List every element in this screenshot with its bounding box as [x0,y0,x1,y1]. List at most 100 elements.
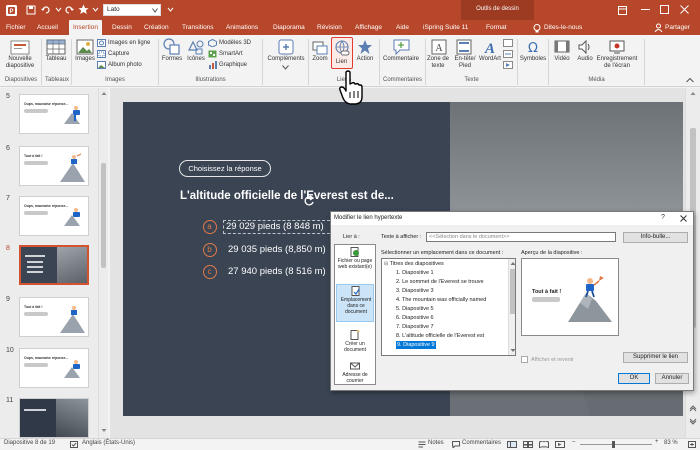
option-a-circle[interactable]: a [203,220,217,234]
icons-label[interactable]: Icônes [184,56,208,63]
new-slide-button[interactable] [9,39,31,55]
save-icon[interactable] [26,5,36,15]
shapes-icon[interactable] [163,38,181,55]
dialog-close-icon[interactable] [680,215,687,222]
share-button[interactable]: Partager [665,20,690,35]
undo-dropdown-icon[interactable] [55,7,62,13]
tree-item-slide-4[interactable]: 4. The mountain was officially named [396,296,486,304]
existing-file-option[interactable]: Fichier ou page web existant(e) [335,247,375,283]
table-icon[interactable] [46,39,66,55]
header-footer-label[interactable]: En-tête/ Pied [452,56,478,70]
audio-label[interactable]: Audio [573,56,597,63]
tab-format[interactable]: Format [486,20,507,35]
models-3d-button[interactable]: Modèles 3D [219,40,251,47]
help-button[interactable]: ? [661,214,665,221]
online-images-button[interactable]: Images en ligne [108,40,150,47]
slide-thumbnail[interactable]: Oups, mauvaise réponse... [19,196,89,236]
comment-label[interactable]: Commentaire [380,56,422,63]
new-slide-label[interactable]: Nouvelle diapositive [3,56,37,70]
text-small-3-icon[interactable] [503,61,513,69]
tab-file[interactable]: Fichier [6,20,26,35]
font-dropdown-icon[interactable] [152,8,158,13]
scroll-thumb[interactable] [510,269,515,314]
icons-icon[interactable] [187,38,205,55]
shapes-label[interactable]: Formes [160,56,184,63]
minimize-icon[interactable] [641,9,650,11]
tab-transitions[interactable]: Transitions [182,20,214,35]
tooltip-button[interactable]: Info-bulle... [623,232,688,243]
ok-button[interactable]: OK [618,373,650,384]
tab-review[interactable]: Révision [317,20,342,35]
zoom-level[interactable]: 83 % [664,440,678,446]
action-label[interactable]: Action [353,56,377,63]
font-size-dropdown-icon[interactable] [167,7,174,13]
zoom-slider[interactable] [580,441,652,448]
close-window-icon[interactable] [680,5,689,14]
textbox-label[interactable]: Zone de texte [425,56,451,70]
smartart-button[interactable]: SmartArt [219,51,243,58]
photo-album-button[interactable]: Album photo [108,62,142,69]
fit-to-window-icon[interactable] [688,441,696,448]
option-a-text[interactable]: 29 029 pieds (8 848 m) [226,221,324,232]
maximize-icon[interactable] [660,5,669,14]
option-c-text[interactable]: 27 940 pieds (8 516 m) [228,266,326,277]
redo-icon[interactable] [64,5,74,15]
textbox-icon[interactable]: A [431,39,447,55]
tree-item-slide-9-selected[interactable]: 9. Diapositive 9 [396,341,436,349]
tab-help[interactable]: Aide [396,20,409,35]
tree-item-slide-6[interactable]: 6. Diapositive 6 [396,314,434,322]
scroll-down-icon[interactable] [510,348,516,353]
show-and-return-checkbox[interactable] [521,356,528,363]
text-small-1-icon[interactable] [503,39,513,47]
tell-me-search[interactable]: Dites-le-nous [544,20,582,35]
scroll-up-icon[interactable] [101,91,107,96]
zoom-label[interactable]: Zoom [309,56,331,63]
slide-thumbnail[interactable]: Oups, mauvaise réponse... [19,94,89,134]
symbols-icon[interactable]: Ω [525,39,541,55]
capture-button[interactable]: Capture [108,51,129,58]
addins-icon[interactable] [278,39,294,55]
collapse-ribbon-icon[interactable] [686,77,694,83]
zoom-slider-thumb[interactable] [612,441,615,448]
thumbnail-scrollbar[interactable] [98,88,108,438]
slide-thumbnail[interactable]: Tout à fait ! [19,297,89,337]
reading-view-icon[interactable] [539,441,549,448]
rotate-handle-icon[interactable] [303,195,315,207]
images-icon[interactable] [76,39,94,55]
tab-slideshow[interactable]: Diaporama [273,20,305,35]
addins-dropdown-icon[interactable] [282,65,289,70]
addins-label[interactable]: Compléments [266,56,306,63]
spellcheck-icon[interactable] [70,441,78,448]
action-icon[interactable] [357,39,373,55]
screen-recording-label[interactable]: Enregistrement de l'écran [595,56,639,70]
tab-design[interactable]: Dessin [112,20,132,35]
comment-icon[interactable] [393,39,410,55]
slide-thumbnail[interactable] [19,398,89,438]
undo-icon[interactable] [41,5,51,15]
tree-item-slide-2[interactable]: 2. Le sommet de l'Everest se trouve [396,278,484,286]
tab-view[interactable]: Affichage [355,20,382,35]
header-footer-icon[interactable] [456,39,472,55]
scroll-thumb[interactable] [101,163,106,268]
next-slide-icon[interactable] [689,418,697,426]
tree-item-slide-8[interactable]: 8. L'altitude officielle de l'Everest es… [396,332,484,340]
tree-root[interactable]: ⊟ Titres des diapositives [384,260,444,268]
zoom-out-button[interactable]: – [572,439,575,445]
video-icon[interactable] [554,39,570,55]
slide-thumbnail[interactable]: Tout à fait ! [19,146,89,186]
email-address-option[interactable]: Adresse de courrier [335,361,375,385]
remove-link-button[interactable]: Supprimer le lien [623,352,688,363]
zoom-icon[interactable] [312,39,328,55]
tab-create[interactable]: Création [144,20,169,35]
symbols-label[interactable]: Symboles [518,56,548,63]
wordart-icon[interactable]: A [482,39,498,55]
place-in-document-option[interactable]: Emplacement dans ce document [336,284,374,322]
tree-item-slide-5[interactable]: 5. Diapositive 5 [396,305,434,313]
create-document-option[interactable]: Créer un document [335,330,375,356]
language-status[interactable]: Anglais (États-Unis) [82,440,135,446]
tree-item-slide-3[interactable]: 3. Diapositive 3 [396,287,434,295]
option-b-text[interactable]: 29 035 pieds (8,850 m) [228,244,326,255]
text-small-2-icon[interactable] [503,50,513,58]
slide-thumbnail[interactable]: Oups, mauvaise réponse... [19,348,89,388]
screen-recording-icon[interactable] [609,39,625,55]
